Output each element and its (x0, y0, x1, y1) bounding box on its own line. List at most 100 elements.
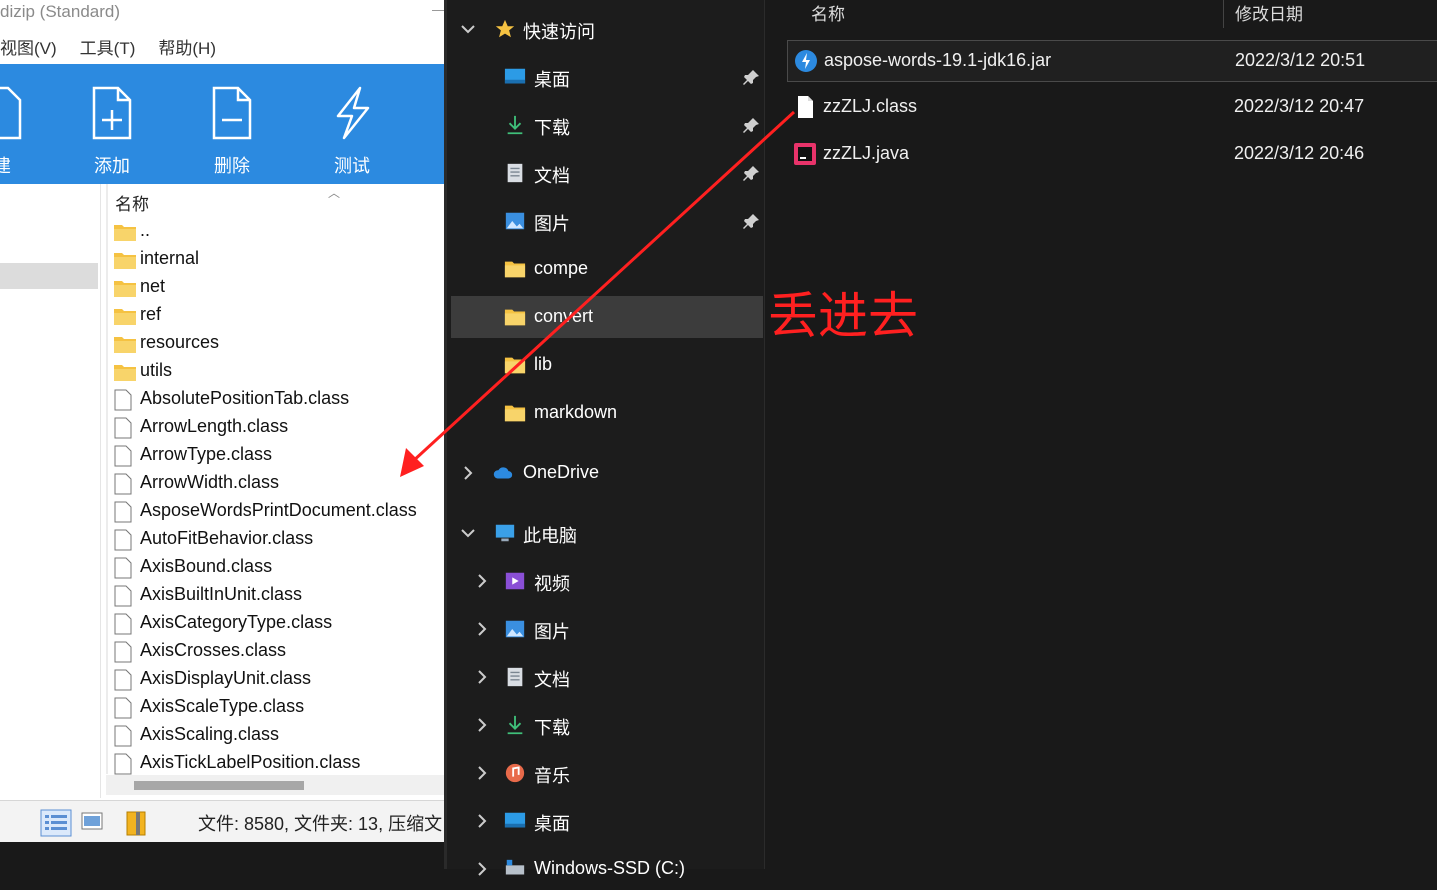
archive-folder-row[interactable]: ref (113, 300, 417, 328)
row-label: ArrowWidth.class (140, 472, 280, 492)
nav-item-lib[interactable]: lib (451, 344, 763, 386)
folder-icon (504, 309, 526, 326)
nav-quick-access[interactable]: 快速访问 (451, 8, 763, 50)
archive-folder-row[interactable]: utils (113, 356, 417, 384)
nav-this-pc[interactable]: 此电脑 (451, 512, 763, 554)
chevron-right-icon[interactable] (473, 812, 491, 830)
archive-folder-row[interactable]: internal (113, 244, 417, 272)
nav-pc-item-0[interactable]: 视频 (451, 560, 763, 602)
column-name[interactable]: 名称 (115, 190, 149, 215)
file-icon (114, 557, 132, 579)
desktop-icon (504, 68, 526, 84)
tree-selected-item[interactable] (0, 263, 98, 289)
row-label: AxisDisplayUnit.class (140, 668, 312, 688)
archive-file-row[interactable]: ArrowWidth.class (113, 468, 417, 496)
archive-file-row[interactable]: AxisBuiltInUnit.class (113, 580, 417, 608)
nav-pc-item-6[interactable]: Windows-SSD (C:) (451, 848, 763, 890)
row-label: ArrowType.class (140, 444, 273, 464)
chevron-right-icon[interactable] (473, 716, 491, 734)
nav-pc-item-2[interactable]: 文档 (451, 656, 763, 698)
archive-file-row[interactable]: ArrowLength.class (113, 412, 417, 440)
computer-icon (495, 524, 515, 542)
scrollbar-thumb[interactable] (134, 781, 304, 790)
new-button[interactable]: 建 (0, 82, 42, 178)
chevron-right-icon[interactable] (473, 572, 491, 590)
nav-item-图片[interactable]: 图片 (451, 200, 763, 242)
music-icon (505, 763, 525, 783)
file-row-class[interactable]: zzZLJ.class 2022/3/12 20:47 (787, 87, 1437, 127)
archive-file-row[interactable]: ArrowType.class (113, 440, 417, 468)
nav-item-compe[interactable]: compe (451, 248, 763, 290)
row-label: resources (140, 332, 220, 352)
nav-onedrive[interactable]: OneDrive (451, 452, 763, 494)
explorer-navigation-pane: 快速访问 桌面 下载 文档 图片 compe convert lib markdown One… (444, 0, 764, 878)
archive-file-row[interactable]: AxisCategoryType.class (113, 608, 417, 636)
menu-view[interactable]: 视图(V) (0, 36, 57, 62)
pictures-icon (505, 212, 525, 230)
chevron-right-icon[interactable] (473, 620, 491, 638)
menu-help[interactable]: 帮助(H) (158, 36, 216, 62)
archive-file-row[interactable]: AxisTickLabelPosition.class (113, 748, 417, 776)
column-header-date[interactable]: 修改日期 (1235, 0, 1303, 25)
pin-icon[interactable] (743, 212, 761, 230)
nav-item-convert[interactable]: convert (451, 296, 763, 338)
nav-pc-item-5[interactable]: 桌面 (451, 800, 763, 842)
archive-file-row[interactable]: AxisScaleType.class (113, 692, 417, 720)
nav-item-文档[interactable]: 文档 (451, 152, 763, 194)
desktop-icon (504, 812, 526, 828)
archive-info-icon[interactable] (124, 809, 150, 837)
horizontal-scrollbar[interactable] (106, 775, 444, 795)
nav-pc-item-3[interactable]: 下载 (451, 704, 763, 746)
explorer-file-list: 名称 修改日期 aspose-words-19.1-jdk16.jar 2022… (764, 0, 1437, 869)
archive-folder-row[interactable]: resources (113, 328, 417, 356)
file-row-jar[interactable]: aspose-words-19.1-jdk16.jar 2022/3/12 20… (787, 40, 1437, 82)
archive-file-row[interactable]: AxisCrosses.class (113, 636, 417, 664)
nav-pc-item-4[interactable]: 音乐 (451, 752, 763, 794)
archive-file-row[interactable]: AutoFitBehavior.class (113, 524, 417, 552)
nav-pc-item-1[interactable]: 图片 (451, 608, 763, 650)
archive-file-row[interactable]: AxisScaling.class (113, 720, 417, 748)
archive-file-list[interactable]: 名称 ︿ .. internal net ref resources utils Absol… (106, 184, 444, 776)
row-label: internal (140, 248, 200, 268)
archive-file-row[interactable]: AsposeWordsPrintDocument.class (113, 496, 417, 524)
pin-icon[interactable] (743, 68, 761, 86)
chevron-right-icon[interactable] (459, 464, 477, 482)
chevron-down-icon[interactable] (459, 524, 477, 542)
column-separator[interactable] (1223, 0, 1224, 28)
class-file-icon (798, 96, 813, 118)
chevron-right-icon[interactable] (473, 668, 491, 686)
nav-item-桌面[interactable]: 桌面 (451, 56, 763, 98)
row-label: AxisScaleType.class (140, 696, 305, 716)
row-label: AxisCrosses.class (140, 640, 287, 660)
row-label: net (140, 276, 166, 296)
pin-icon[interactable] (743, 164, 761, 182)
star-icon (495, 19, 515, 38)
delete-button[interactable]: 删除 (192, 82, 272, 178)
add-button[interactable]: 添加 (72, 82, 152, 178)
status-bar: 文件: 8580, 文件夹: 13, 压缩文 (0, 800, 444, 842)
archive-file-row[interactable]: AbsolutePositionTab.class (113, 384, 417, 412)
chevron-right-icon[interactable] (473, 860, 491, 878)
nav-item-下载[interactable]: 下载 (451, 104, 763, 146)
archive-file-row[interactable]: AxisDisplayUnit.class (113, 664, 417, 692)
test-button[interactable]: 测试 (312, 82, 392, 178)
chevron-down-icon[interactable] (459, 20, 477, 38)
archive-folder-row[interactable]: .. (113, 216, 417, 244)
column-header-name[interactable]: 名称 (811, 0, 845, 25)
file-row-java[interactable]: zzZLJ.java 2022/3/12 20:46 (787, 134, 1437, 174)
menu-tools[interactable]: 工具(T) (80, 36, 136, 62)
pin-icon[interactable] (743, 116, 761, 134)
chevron-right-icon[interactable] (473, 764, 491, 782)
row-label: AxisCategoryType.class (140, 612, 333, 632)
drive-icon (505, 859, 525, 875)
download-icon (507, 115, 523, 135)
details-view-icon[interactable] (40, 809, 72, 837)
archive-folder-row[interactable]: net (113, 272, 417, 300)
folder-tree[interactable] (0, 184, 101, 798)
archive-file-row[interactable]: AxisBound.class (113, 552, 417, 580)
preview-view-icon[interactable] (80, 809, 104, 833)
folder-icon (114, 337, 136, 353)
minimize-button[interactable] (432, 10, 444, 11)
nav-item-markdown[interactable]: markdown (451, 392, 763, 434)
window-title: dizip (Standard) (0, 2, 121, 21)
